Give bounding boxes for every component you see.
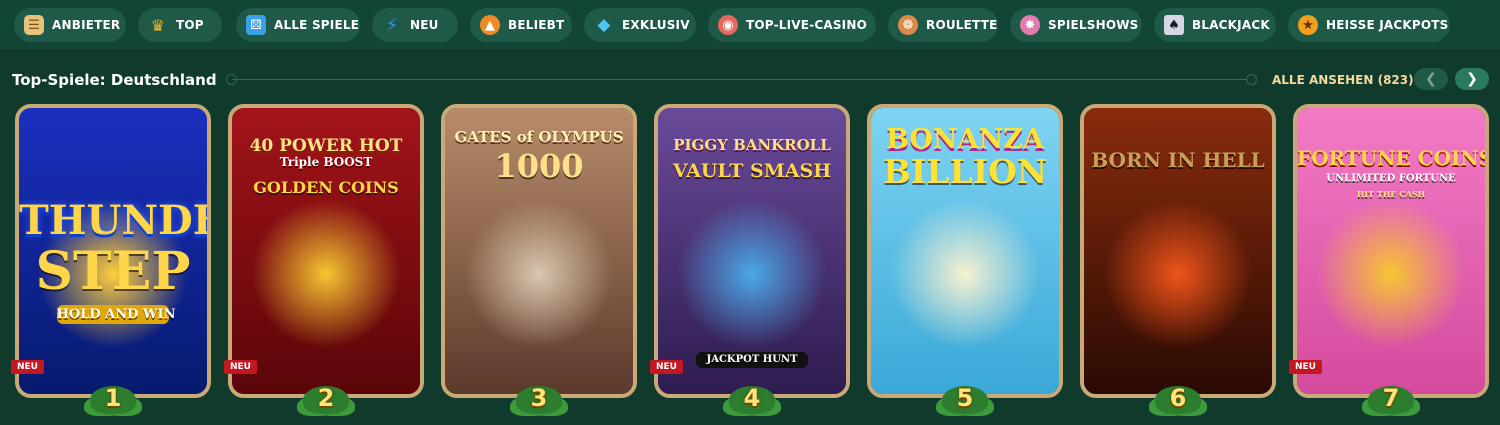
nav-item-blackjack[interactable]: ♠ BLACKJACK	[1154, 8, 1276, 42]
crown-icon: ♛	[150, 15, 166, 35]
game-card[interactable]: 40 POWER HOT Triple BOOST GOLDEN COINS	[228, 104, 424, 398]
game-art-glow	[1316, 198, 1466, 349]
nav-item-anbieter[interactable]: ☰ ANBIETER	[14, 8, 126, 42]
game-art-glow	[251, 198, 401, 349]
nav-item-label: BLACKJACK	[1192, 18, 1270, 32]
cards-icon: ♠	[1164, 15, 1184, 35]
nav-item-top[interactable]: ♛ TOP	[138, 8, 222, 42]
flame-icon: ▲	[480, 15, 500, 35]
view-all-link[interactable]: ALLE ANSEHEN (823)	[1272, 73, 1414, 87]
nav-item-alle-spiele[interactable]: ⚄ ALLE SPIELE	[236, 8, 360, 42]
rank-badge: 1	[89, 378, 137, 418]
rank-number: 2	[317, 384, 335, 412]
game-card[interactable]: FORTUNE COINS UNLIMITED FORTUNE HIT THE CA…	[1293, 104, 1489, 398]
nav-item-label: BELIEBT	[508, 18, 565, 32]
game-title-line: BONANZA	[886, 124, 1044, 155]
scroll-icon: ☰	[24, 15, 44, 35]
game-card[interactable]: THUNDERSTEP HOLD AND WIN	[15, 104, 211, 398]
new-badge: NEU	[224, 360, 257, 374]
new-badge: NEU	[1289, 360, 1322, 374]
nav-item-exklusiv[interactable]: ◆ EXKLUSIV	[584, 8, 696, 42]
rank-badge: 6	[1154, 378, 1202, 418]
game-card[interactable]: PIGGY BANKROLL VAULT SMASH JACKPOT HUNT	[654, 104, 850, 398]
rank-number: 7	[1382, 384, 1400, 412]
game-art-glow	[464, 198, 614, 349]
game-subtitle: GOLDEN COINS	[253, 178, 399, 197]
divider-ornament	[1246, 74, 1257, 85]
game-title-line: VAULT SMASH	[672, 160, 832, 182]
game-title-line: FORTUNE COINS	[1297, 146, 1489, 170]
diamond-icon: ◆	[597, 15, 611, 35]
nav-item-label: NEU	[410, 18, 439, 32]
nav-item-heisse-jackpots[interactable]: ★ HEISSE JACKPOTS	[1288, 8, 1450, 42]
game-title-line: PIGGY BANKROLL	[673, 136, 831, 154]
prev-button[interactable]: ❮	[1414, 68, 1448, 90]
game-title-line: BILLION	[882, 152, 1048, 191]
rank-number: 6	[1169, 384, 1187, 412]
rank-badge: 3	[515, 378, 563, 418]
nav-item-label: EXKLUSIV	[622, 18, 690, 32]
dice-icon: ⚄	[246, 15, 266, 35]
rank-number: 4	[743, 384, 761, 412]
section-title: Top-Spiele: Deutschland	[12, 71, 217, 89]
chip-icon: ◉	[718, 15, 738, 35]
game-title-line: UNLIMITED FORTUNE	[1326, 173, 1456, 184]
game-title-line: Triple BOOST	[279, 155, 373, 169]
rank-number: 3	[530, 384, 548, 412]
game-card[interactable]: GATES of OLYMPUS 1000	[441, 104, 637, 398]
game-art-glow	[890, 198, 1040, 349]
game-title-line: THUNDER	[19, 197, 207, 244]
next-button[interactable]: ❯	[1455, 68, 1489, 90]
nav-item-top-live-casino[interactable]: ◉ TOP-LIVE-CASINO	[708, 8, 876, 42]
nav-item-label: TOP-LIVE-CASINO	[746, 18, 867, 32]
rank-badge: 4	[728, 378, 776, 418]
nav-item-beliebt[interactable]: ▲ BELIEBT	[470, 8, 572, 42]
nav-item-label: ROULETTE	[926, 18, 998, 32]
nav-item-label: HEISSE JACKPOTS	[1326, 18, 1449, 32]
game-title-line: STEP	[35, 241, 191, 302]
game-title-line: 40 POWER HOT	[249, 136, 403, 156]
rank-badge: 7	[1367, 378, 1415, 418]
nav-item-spielshows[interactable]: ✸ SPIELSHOWS	[1010, 8, 1142, 42]
rank-number: 1	[104, 384, 122, 412]
nav-item-neu[interactable]: ⚡ NEU	[372, 8, 458, 42]
new-badge: NEU	[650, 360, 683, 374]
rank-number: 5	[956, 384, 974, 412]
game-card[interactable]: BONANZA BILLION	[867, 104, 1063, 398]
game-subtitle: JACKPOT HUNT	[695, 352, 809, 368]
nav-item-label: SPIELSHOWS	[1048, 18, 1139, 32]
nav-item-label: TOP	[176, 18, 204, 32]
nav-item-label: ANBIETER	[52, 18, 121, 32]
game-subtitle: HIT THE CASH	[1356, 189, 1426, 199]
chevron-right-icon: ❯	[1466, 71, 1478, 87]
section-divider	[232, 79, 1252, 80]
game-art-glow	[1103, 198, 1253, 349]
lightning-icon: ⚡	[385, 14, 399, 36]
rank-badge: 5	[941, 378, 989, 418]
game-title-line: GATES of OLYMPUS	[454, 128, 624, 146]
category-nav: ☰ ANBIETER ♛ TOP ⚄ ALLE SPIELE ⚡ NEU ▲ B…	[0, 0, 1500, 51]
wheel-icon: ✸	[1020, 15, 1040, 35]
roulette-icon: ❁	[898, 15, 918, 35]
game-title-line: BORN IN HELL	[1091, 148, 1265, 172]
game-art-glow	[677, 198, 827, 349]
nav-item-roulette[interactable]: ❁ ROULETTE	[888, 8, 998, 42]
game-title-line: 1000	[494, 147, 584, 185]
nav-item-label: ALLE SPIELE	[274, 18, 360, 32]
rank-badge: 2	[302, 378, 350, 418]
game-subtitle: HOLD AND WIN	[56, 305, 176, 324]
chevron-left-icon: ❮	[1425, 71, 1437, 87]
game-card[interactable]: BORN IN HELL	[1080, 104, 1276, 398]
hot-jackpot-icon: ★	[1298, 15, 1318, 35]
new-badge: NEU	[11, 360, 44, 374]
